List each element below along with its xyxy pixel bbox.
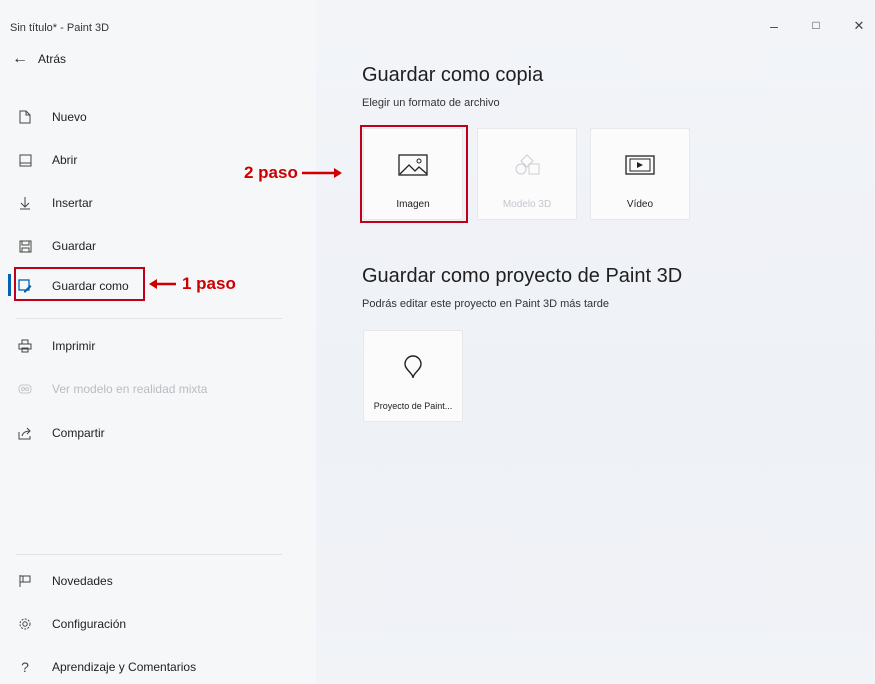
sidebar-item-guardar[interactable]: Guardar bbox=[16, 236, 96, 256]
mixed-reality-icon bbox=[16, 383, 34, 395]
new-file-icon bbox=[16, 110, 34, 124]
close-button[interactable]: ✕ bbox=[847, 18, 871, 34]
share-icon bbox=[16, 427, 34, 440]
gear-icon bbox=[16, 617, 34, 631]
sidebar-item-label: Guardar bbox=[52, 239, 97, 253]
video-icon bbox=[625, 151, 655, 179]
step2-label: 2 paso bbox=[244, 163, 298, 182]
sidebar-item-nuevo[interactable]: Nuevo bbox=[16, 107, 87, 127]
tile-label: Modelo 3D bbox=[502, 199, 552, 210]
open-icon bbox=[16, 154, 34, 167]
arrow-left-icon bbox=[149, 279, 176, 289]
sidebar-item-imprimir[interactable]: Imprimir bbox=[16, 336, 95, 356]
minimize-button[interactable]: – bbox=[762, 18, 786, 34]
project-section-subtitle: Podrás editar este proyecto en Paint 3D … bbox=[362, 298, 610, 310]
sidebar-item-mixed-reality: Ver modelo en realidad mixta bbox=[16, 379, 207, 399]
format-tile-modelo-3d: Modelo 3D bbox=[477, 128, 577, 220]
arrow-right-icon bbox=[301, 168, 342, 178]
sidebar-item-label: Ver modelo en realidad mixta bbox=[52, 382, 208, 396]
sidebar-item-aprendizaje[interactable]: ? Aprendizaje y Comentarios bbox=[16, 657, 196, 677]
sidebar-item-label: Insertar bbox=[52, 196, 93, 210]
back-arrow-icon: ← bbox=[12, 50, 28, 67]
print-icon bbox=[16, 339, 34, 353]
sidebar-item-label: Nuevo bbox=[52, 110, 87, 124]
sidebar-item-label: Aprendizaje y Comentarios bbox=[52, 660, 197, 674]
divider bbox=[16, 554, 282, 555]
divider bbox=[16, 318, 282, 319]
sidebar-item-compartir[interactable]: Compartir bbox=[16, 423, 105, 443]
step2-annotation: 2 paso bbox=[244, 163, 343, 183]
flag-icon bbox=[16, 574, 34, 588]
sidebar-item-novedades[interactable]: Novedades bbox=[16, 571, 113, 591]
step1-label: 1 paso bbox=[182, 274, 236, 293]
paint-project-icon bbox=[403, 353, 423, 381]
active-indicator bbox=[8, 274, 11, 296]
maximize-button[interactable]: □ bbox=[804, 18, 828, 32]
step1-annotation: 1 paso bbox=[148, 274, 236, 294]
sidebar-item-label: Compartir bbox=[52, 426, 105, 440]
copy-section-subtitle: Elegir un formato de archivo bbox=[362, 97, 500, 109]
sidebar-item-label: Abrir bbox=[52, 153, 78, 167]
back-button[interactable]: ← Atrás bbox=[12, 50, 66, 68]
sidebar-item-label: Imprimir bbox=[52, 339, 96, 353]
window-title: Sin título* - Paint 3D bbox=[10, 22, 110, 34]
sidebar-item-abrir[interactable]: Abrir bbox=[16, 150, 77, 170]
save-icon bbox=[16, 240, 34, 253]
sidebar-item-label: Novedades bbox=[52, 574, 113, 588]
sidebar-item-configuracion[interactable]: Configuración bbox=[16, 614, 126, 634]
sidebar-item-insertar[interactable]: Insertar bbox=[16, 193, 93, 213]
step1-highlight-box bbox=[14, 267, 145, 301]
back-label: Atrás bbox=[38, 52, 67, 66]
project-section-title: Guardar como proyecto de Paint 3D bbox=[362, 265, 683, 287]
help-icon: ? bbox=[21, 659, 29, 675]
sidebar-item-label: Configuración bbox=[52, 617, 127, 631]
tile-label: Proyecto de Paint... bbox=[373, 401, 453, 411]
title-bar: Sin título* - Paint 3D – □ ✕ bbox=[0, 0, 875, 40]
tile-label: Vídeo bbox=[626, 199, 654, 210]
model-3d-icon bbox=[513, 151, 541, 179]
copy-section-title: Guardar como copia bbox=[362, 64, 544, 86]
insert-icon bbox=[16, 196, 34, 210]
format-tile-proyecto-paint[interactable]: Proyecto de Paint... bbox=[363, 330, 463, 422]
format-tile-video[interactable]: Vídeo bbox=[590, 128, 690, 220]
step2-highlight-box bbox=[360, 125, 468, 223]
